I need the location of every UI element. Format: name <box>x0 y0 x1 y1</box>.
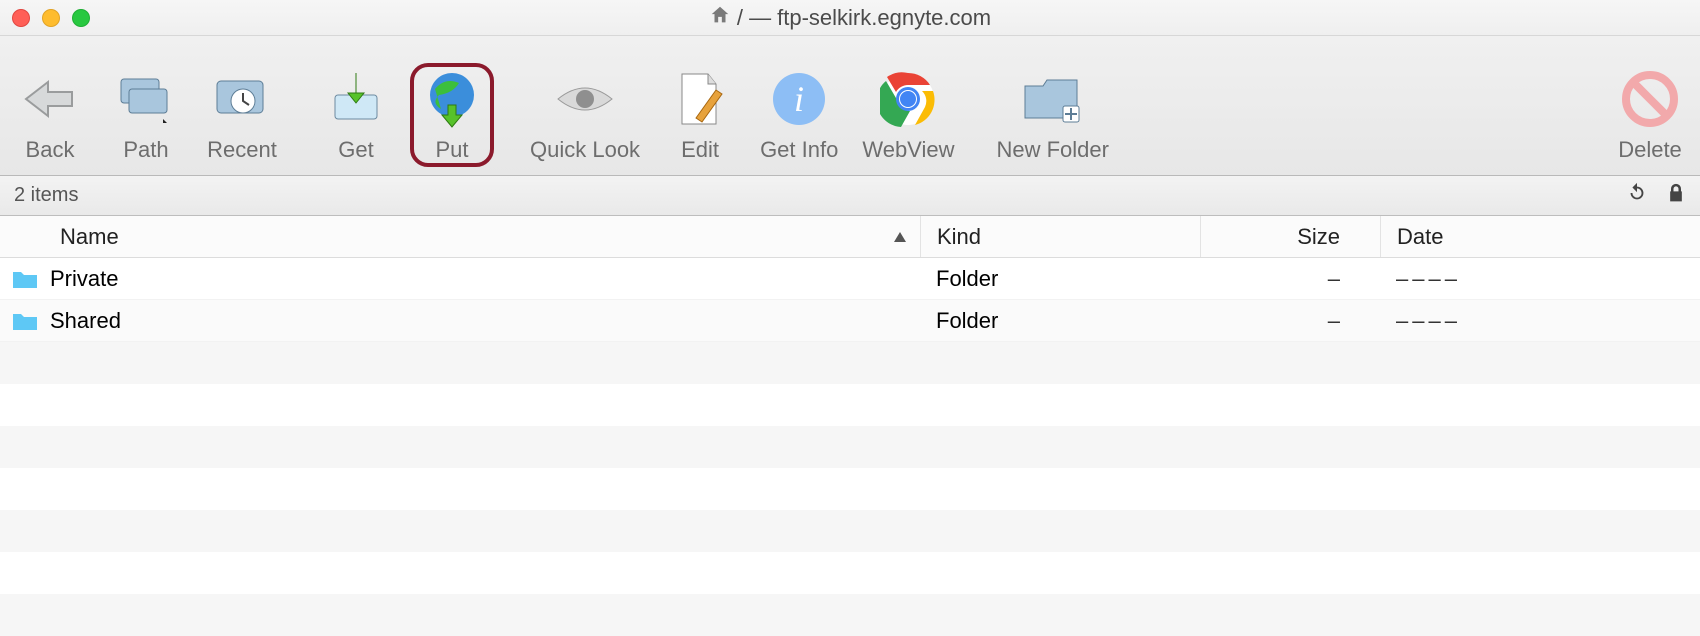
highlight-annotation <box>410 63 494 167</box>
newfolder-label: New Folder <box>996 137 1108 163</box>
back-label: Back <box>26 137 75 163</box>
delete-button[interactable]: Delete <box>1614 67 1686 163</box>
file-list: Private Folder – –––– Shared Folder – ––… <box>0 258 1700 342</box>
title-host: ftp-selkirk.egnyte.com <box>777 5 991 31</box>
put-button[interactable]: Put <box>416 67 488 163</box>
webview-button[interactable]: WebView <box>862 67 954 163</box>
getinfo-label: Get Info <box>760 137 838 163</box>
eye-icon <box>553 67 617 131</box>
status-bar: 2 items <box>0 176 1700 216</box>
path-label: Path <box>123 137 168 163</box>
chrome-icon <box>876 67 940 131</box>
header-date-label: Date <box>1397 224 1443 250</box>
empty-area <box>0 342 1700 636</box>
get-button[interactable]: Get <box>320 67 392 163</box>
item-size: – <box>1200 308 1380 334</box>
edit-label: Edit <box>681 137 719 163</box>
webview-label: WebView <box>862 137 954 163</box>
toolbar: Back Path Recent Get <box>0 36 1700 176</box>
folder-clock-icon <box>210 67 274 131</box>
item-count: 2 items <box>14 184 78 207</box>
header-size[interactable]: Size <box>1200 216 1380 257</box>
column-headers: Name Kind Size Date <box>0 216 1700 258</box>
delete-label: Delete <box>1618 137 1682 163</box>
back-button[interactable]: Back <box>14 67 86 163</box>
folder-stack-icon <box>114 67 178 131</box>
recent-button[interactable]: Recent <box>206 67 278 163</box>
header-kind-label: Kind <box>937 224 981 250</box>
arrow-left-icon <box>18 67 82 131</box>
window-title: / — ftp-selkirk.egnyte.com <box>0 4 1700 32</box>
item-date: –––– <box>1380 308 1700 334</box>
recent-label: Recent <box>207 137 277 163</box>
folder-icon <box>0 310 50 332</box>
list-item[interactable]: Private Folder – –––– <box>0 258 1700 300</box>
path-button[interactable]: Path <box>110 67 182 163</box>
header-date[interactable]: Date <box>1380 216 1700 257</box>
title-path: / — <box>737 5 771 31</box>
quicklook-button[interactable]: Quick Look <box>530 67 640 163</box>
svg-text:i: i <box>794 79 804 119</box>
item-date: –––– <box>1380 266 1700 292</box>
folder-icon <box>0 268 50 290</box>
lock-icon <box>1666 182 1686 210</box>
item-kind: Folder <box>920 266 1200 292</box>
header-name[interactable]: Name <box>0 224 880 250</box>
quicklook-label: Quick Look <box>530 137 640 163</box>
download-icon <box>324 67 388 131</box>
item-size: – <box>1200 266 1380 292</box>
refresh-button[interactable] <box>1626 182 1648 210</box>
header-size-label: Size <box>1297 224 1340 250</box>
getinfo-button[interactable]: i Get Info <box>760 67 838 163</box>
newfolder-button[interactable]: New Folder <box>996 67 1108 163</box>
list-item[interactable]: Shared Folder – –––– <box>0 300 1700 342</box>
item-name: Private <box>50 266 920 292</box>
delete-icon <box>1618 67 1682 131</box>
item-name: Shared <box>50 308 920 334</box>
get-label: Get <box>338 137 373 163</box>
home-icon <box>709 4 731 32</box>
sort-indicator <box>880 224 920 250</box>
edit-button[interactable]: Edit <box>664 67 736 163</box>
titlebar: / — ftp-selkirk.egnyte.com <box>0 0 1700 36</box>
edit-doc-icon <box>668 67 732 131</box>
item-kind: Folder <box>920 308 1200 334</box>
header-kind[interactable]: Kind <box>920 216 1200 257</box>
new-folder-icon <box>1021 67 1085 131</box>
header-name-label: Name <box>60 224 119 250</box>
info-icon: i <box>767 67 831 131</box>
